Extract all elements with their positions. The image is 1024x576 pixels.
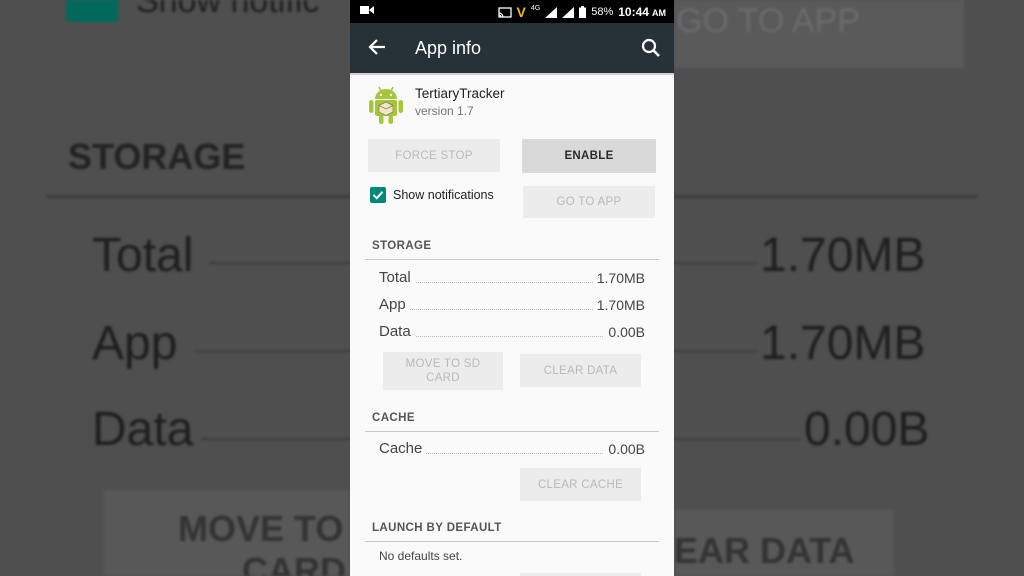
bg-dots — [674, 350, 756, 352]
storage-label: Data — [379, 323, 415, 340]
bg-dots — [674, 262, 756, 264]
battery-percent: 58% — [591, 6, 614, 18]
bg-total-value: 1.70MB — [760, 229, 926, 282]
video-icon — [360, 6, 374, 14]
app-version: version 1.7 — [415, 104, 474, 118]
back-arrow-icon[interactable] — [366, 36, 388, 58]
bg-card-text: CARD — [242, 550, 346, 576]
bg-data-label: Data — [92, 403, 194, 456]
enable-button[interactable]: ENABLE — [522, 139, 656, 173]
bg-notification-text: Show notific — [136, 0, 320, 20]
status-bar: V 4G 58% 10:44 AM — [350, 0, 674, 23]
storage-row-total: Total 1.70MB — [379, 269, 645, 287]
network-type: 4G — [530, 4, 541, 12]
app-header: TertiaryTracker version 1.7 — [350, 75, 674, 135]
bg-clear-text: EAR DATA — [674, 530, 855, 571]
storage-label: Total — [379, 269, 415, 286]
clock-time: 10:44 — [618, 5, 649, 19]
storage-row-app: App 1.70MB — [379, 296, 645, 314]
signal-icon — [562, 6, 575, 18]
app-bar: App info — [350, 23, 674, 73]
bg-storage-header: STORAGE — [68, 136, 246, 177]
storage-value: 1.70MB — [592, 297, 645, 313]
bg-app-label: App — [92, 317, 178, 370]
bg-dots — [674, 438, 800, 440]
page-title: App info — [415, 38, 482, 58]
dotted-leader — [409, 336, 605, 337]
dotted-leader — [409, 282, 605, 283]
bg-data-value: 0.00B — [804, 403, 930, 456]
bg-dots — [202, 438, 350, 440]
clock-ampm: AM — [652, 8, 666, 18]
bg-app-value: 1.70MB — [760, 317, 926, 370]
divider — [365, 431, 659, 432]
storage-row-data: Data 0.00B — [379, 323, 645, 341]
bg-go-to-app-text: GO TO APP — [676, 2, 860, 40]
storage-value: 0.00B — [604, 324, 645, 340]
checkmark-icon — [372, 191, 384, 200]
dotted-leader — [424, 453, 605, 454]
show-notifications-checkbox[interactable] — [370, 187, 386, 203]
show-notifications-label[interactable]: Show notifications — [393, 188, 494, 202]
storage-label: App — [379, 296, 410, 313]
launch-by-default-header: LAUNCH BY DEFAULT — [372, 522, 502, 534]
clock: 10:44 AM — [618, 5, 666, 19]
bg-dots — [210, 262, 350, 264]
signal-icon — [545, 6, 558, 18]
move-to-sd-card-button[interactable]: MOVE TO SD CARD — [383, 352, 503, 390]
battery-icon — [579, 6, 587, 18]
carrier-logo: V — [516, 4, 526, 20]
dotted-leader — [409, 309, 605, 310]
bg-checkbox — [66, 0, 118, 22]
bg-move-text: MOVE TO — [178, 508, 344, 549]
divider — [365, 259, 659, 260]
force-stop-button[interactable]: FORCE STOP — [368, 139, 500, 172]
cache-label: Cache — [379, 440, 427, 457]
clear-cache-button[interactable]: CLEAR CACHE — [520, 468, 641, 501]
status-icons: V 4G 58% 10:44 AM — [497, 4, 666, 20]
no-defaults-text: No defaults set. — [379, 549, 463, 563]
bg-total-label: Total — [92, 229, 194, 282]
app-name: TertiaryTracker — [415, 86, 505, 101]
cache-header: CACHE — [372, 412, 415, 424]
search-icon[interactable] — [640, 37, 662, 59]
divider — [365, 541, 659, 542]
clear-data-button[interactable]: CLEAR DATA — [520, 354, 641, 387]
cast-icon — [497, 6, 512, 18]
storage-value: 1.70MB — [592, 270, 645, 286]
cache-value: 0.00B — [604, 441, 645, 457]
phone-screen: V 4G 58% 10:44 AM App info TertiaryTrack… — [350, 0, 674, 576]
android-icon — [369, 86, 403, 124]
storage-header: STORAGE — [372, 240, 432, 252]
bg-dots — [196, 350, 350, 352]
cache-row: Cache 0.00B — [379, 440, 645, 458]
go-to-app-button[interactable]: GO TO APP — [523, 186, 655, 218]
